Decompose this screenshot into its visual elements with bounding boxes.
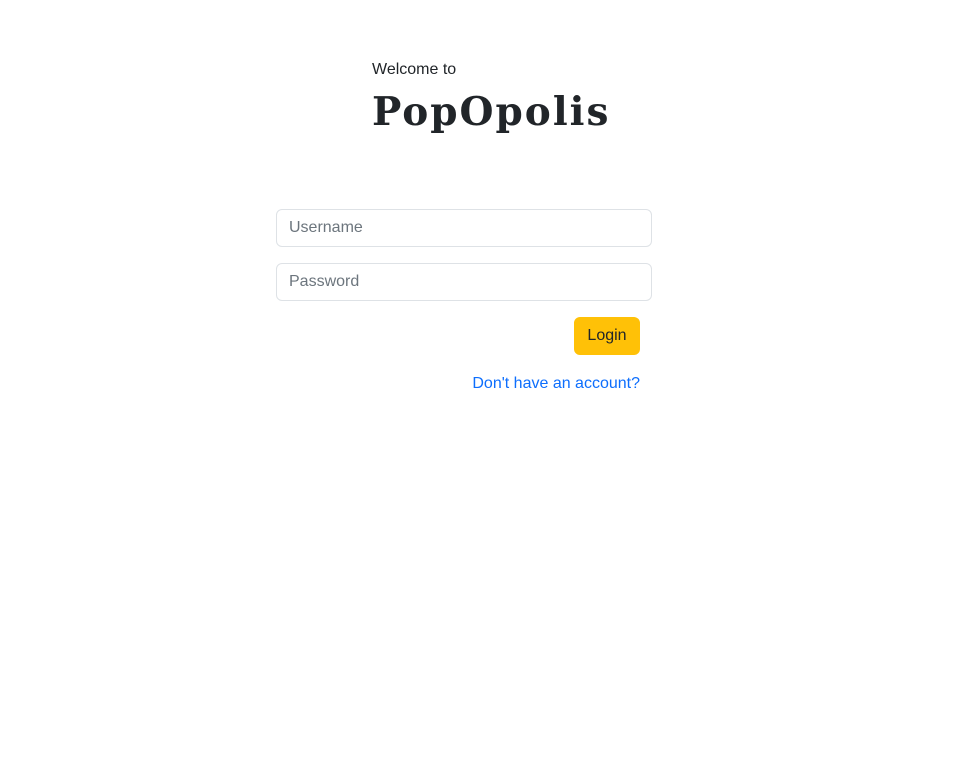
login-button[interactable]: Login bbox=[574, 317, 640, 355]
login-page: Welcome to PopOpolis Login Don't have an… bbox=[0, 0, 961, 771]
username-input[interactable] bbox=[276, 209, 652, 247]
welcome-text: Welcome to bbox=[372, 61, 457, 78]
signup-link[interactable]: Don't have an account? bbox=[472, 374, 640, 394]
password-input[interactable] bbox=[276, 263, 652, 301]
brand-title: PopOpolis bbox=[372, 89, 611, 135]
